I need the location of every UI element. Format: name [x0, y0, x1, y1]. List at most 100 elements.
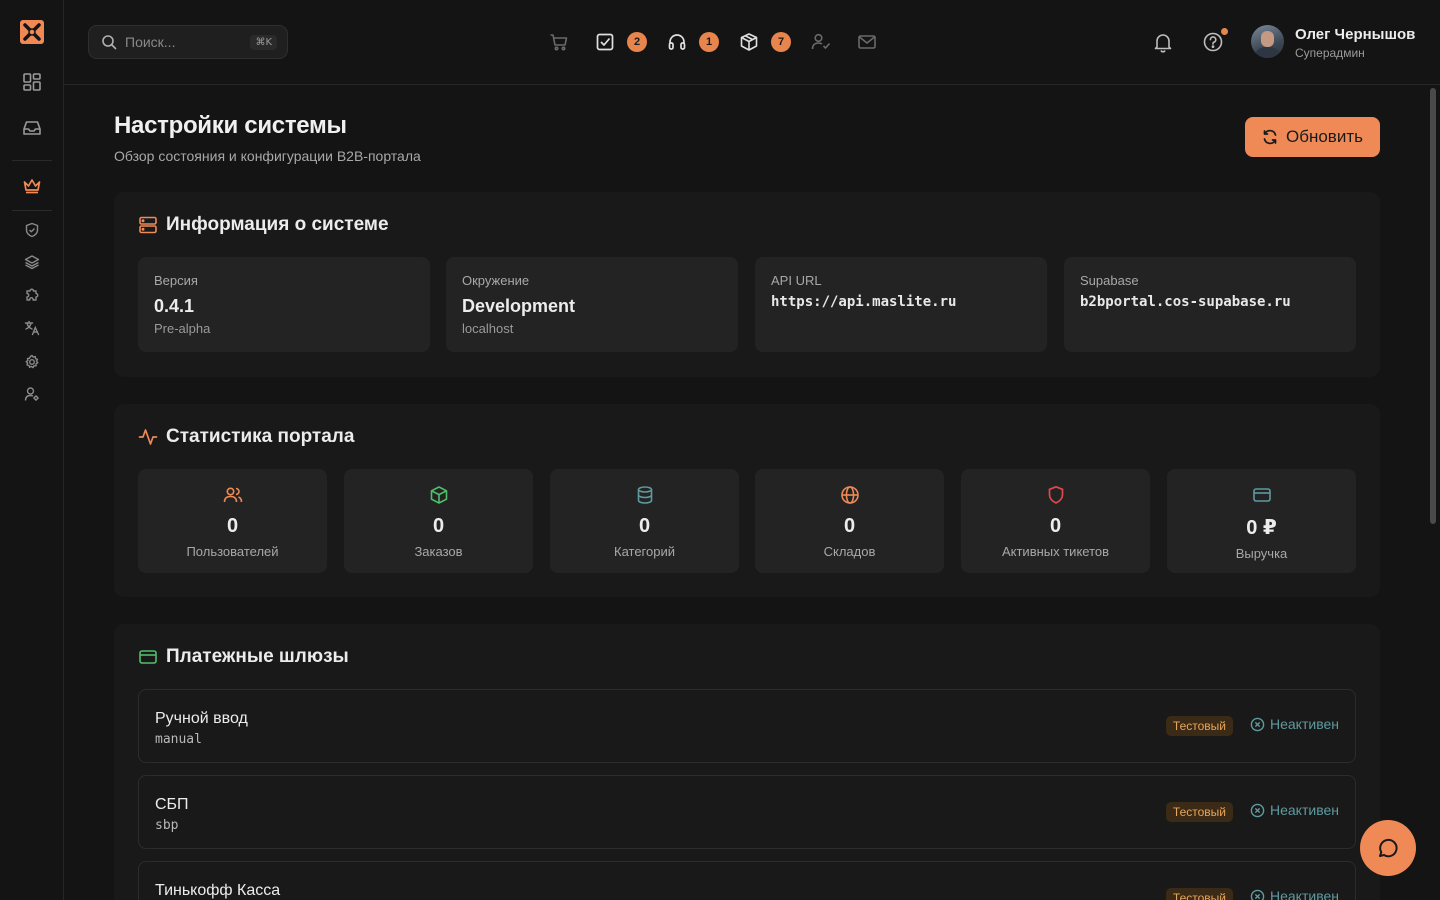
info-value: Development	[462, 296, 576, 316]
stat-categories: 0 Категорий	[550, 469, 739, 573]
info-label: API URL	[771, 273, 822, 288]
layers-icon[interactable]	[16, 246, 48, 278]
chat-icon	[1376, 836, 1400, 860]
info-sub: Pre-alpha	[154, 321, 211, 336]
refresh-button[interactable]: Обновить	[1245, 117, 1380, 157]
avatar[interactable]	[1251, 25, 1284, 58]
stat-value: 0	[638, 515, 651, 537]
search-icon	[101, 34, 117, 50]
credit-card-icon	[138, 647, 158, 667]
packages-badge: 7	[771, 32, 791, 52]
stat-active-tickets: 0 Активных тикетов	[961, 469, 1150, 573]
crown-icon[interactable]	[16, 170, 48, 202]
page-title: Настройки системы	[114, 112, 347, 139]
stat-revenue: 0 ₽ Выручка	[1167, 469, 1356, 573]
search-box[interactable]: ⌘K	[88, 25, 288, 59]
gateway-row-sbp[interactable]: СБП sbp Тестовый Неактивен	[138, 775, 1356, 849]
gateway-test-badge: Тестовый	[1165, 888, 1233, 900]
dashboard-icon[interactable]	[16, 66, 48, 98]
scrollbar-thumb[interactable]	[1430, 88, 1436, 524]
gateway-status-label: Неактивен	[1270, 802, 1339, 818]
help-notification-dot	[1221, 28, 1228, 35]
stat-value: 0	[1049, 515, 1062, 537]
info-supabase: Supabase b2bportal.cos-supabase.ru	[1064, 257, 1356, 352]
credit-card-icon	[1252, 485, 1272, 505]
package-icon	[429, 485, 449, 505]
logo-icon[interactable]	[16, 16, 48, 48]
x-circle-icon	[1250, 717, 1265, 732]
system-info-card: Информация о системе Версия 0.4.1 Pre-al…	[114, 192, 1380, 377]
gateway-test-badge: Тестовый	[1165, 802, 1233, 822]
stat-orders: 0 Заказов	[344, 469, 533, 573]
gateway-test-badge: Тестовый	[1165, 716, 1233, 736]
app-root: ⌘K 2 1 7 Ол	[0, 0, 1440, 900]
info-sub: localhost	[462, 321, 514, 336]
shield-check-icon[interactable]	[16, 214, 48, 246]
database-icon	[635, 485, 655, 505]
tasks-badge: 2	[627, 32, 647, 52]
user-name[interactable]: Олег Чернышов	[1295, 26, 1415, 43]
server-icon	[138, 215, 158, 235]
avatar-face	[1261, 31, 1274, 47]
sidebar	[0, 0, 64, 900]
info-label: Версия	[154, 273, 198, 288]
info-value: https://api.maslite.ru	[771, 294, 957, 310]
translate-icon[interactable]	[16, 312, 48, 344]
tasks-icon[interactable]	[593, 30, 617, 54]
top-header: ⌘K 2 1 7 Ол	[64, 0, 1440, 85]
cart-icon[interactable]	[547, 30, 571, 54]
support-badge: 1	[699, 32, 719, 52]
bell-icon[interactable]	[1150, 29, 1176, 55]
search-input[interactable]	[125, 34, 251, 50]
shield-icon	[1046, 485, 1066, 505]
globe-icon	[840, 485, 860, 505]
stat-label: Заказов	[414, 544, 463, 559]
portal-stats-header: Статистика портала	[138, 426, 354, 448]
gateway-code: sbp	[155, 818, 179, 833]
gateway-name: СБП	[155, 796, 189, 813]
headset-icon[interactable]	[665, 30, 689, 54]
user-check-icon[interactable]	[809, 30, 833, 54]
chat-button[interactable]	[1360, 820, 1416, 876]
gateway-status-label: Неактивен	[1270, 888, 1339, 900]
packages-icon[interactable]	[737, 30, 761, 54]
info-value: b2bportal.cos-supabase.ru	[1080, 294, 1291, 310]
portal-stats-card: Статистика портала 0 Пользователей 0 Зак…	[114, 404, 1380, 597]
stat-label: Категорий	[614, 544, 675, 559]
stat-value: 0	[843, 515, 856, 537]
info-version: Версия 0.4.1 Pre-alpha	[138, 257, 430, 352]
portal-stats-title: Статистика портала	[166, 426, 355, 447]
stat-value: 0	[226, 515, 239, 537]
stat-label: Выручка	[1235, 546, 1288, 561]
avatar-body	[1255, 47, 1280, 58]
stat-label: Пользователей	[186, 544, 279, 559]
users-icon	[223, 485, 243, 505]
sidebar-divider	[12, 210, 52, 211]
gateway-status-label: Неактивен	[1270, 716, 1339, 732]
sidebar-divider	[12, 160, 52, 161]
stat-value: 0 ₽	[1246, 517, 1277, 539]
info-value: 0.4.1	[154, 296, 195, 316]
gateway-status: Неактивен	[1250, 802, 1339, 818]
mail-icon[interactable]	[855, 30, 879, 54]
payment-gateways-title: Платежные шлюзы	[166, 646, 349, 667]
user-role: Суперадмин	[1295, 46, 1365, 60]
stat-warehouses: 0 Складов	[755, 469, 944, 573]
stat-label: Складов	[823, 544, 876, 559]
inbox-icon[interactable]	[16, 112, 48, 144]
info-api-url: API URL https://api.maslite.ru	[755, 257, 1047, 352]
payment-gateways-card: Платежные шлюзы Ручной ввод manual Тесто…	[114, 624, 1380, 900]
puzzle-icon[interactable]	[16, 278, 48, 310]
info-environment: Окружение Development localhost	[446, 257, 738, 352]
stat-users: 0 Пользователей	[138, 469, 327, 573]
gateway-name: Тинькофф Касса	[155, 882, 281, 899]
user-settings-icon[interactable]	[16, 378, 48, 410]
stat-label: Активных тикетов	[1001, 544, 1110, 559]
gear-icon[interactable]	[16, 346, 48, 378]
gateway-row-tinkoff[interactable]: Тинькофф Касса tinkoff Тестовый Неактиве…	[138, 861, 1356, 900]
system-info-title: Информация о системе	[166, 214, 389, 235]
gateway-row-manual[interactable]: Ручной ввод manual Тестовый Неактивен	[138, 689, 1356, 763]
gateway-status: Неактивен	[1250, 716, 1339, 732]
page-subtitle: Обзор состояния и конфигурации B2B-порта…	[114, 148, 421, 164]
gateway-name: Ручной ввод	[155, 710, 248, 727]
